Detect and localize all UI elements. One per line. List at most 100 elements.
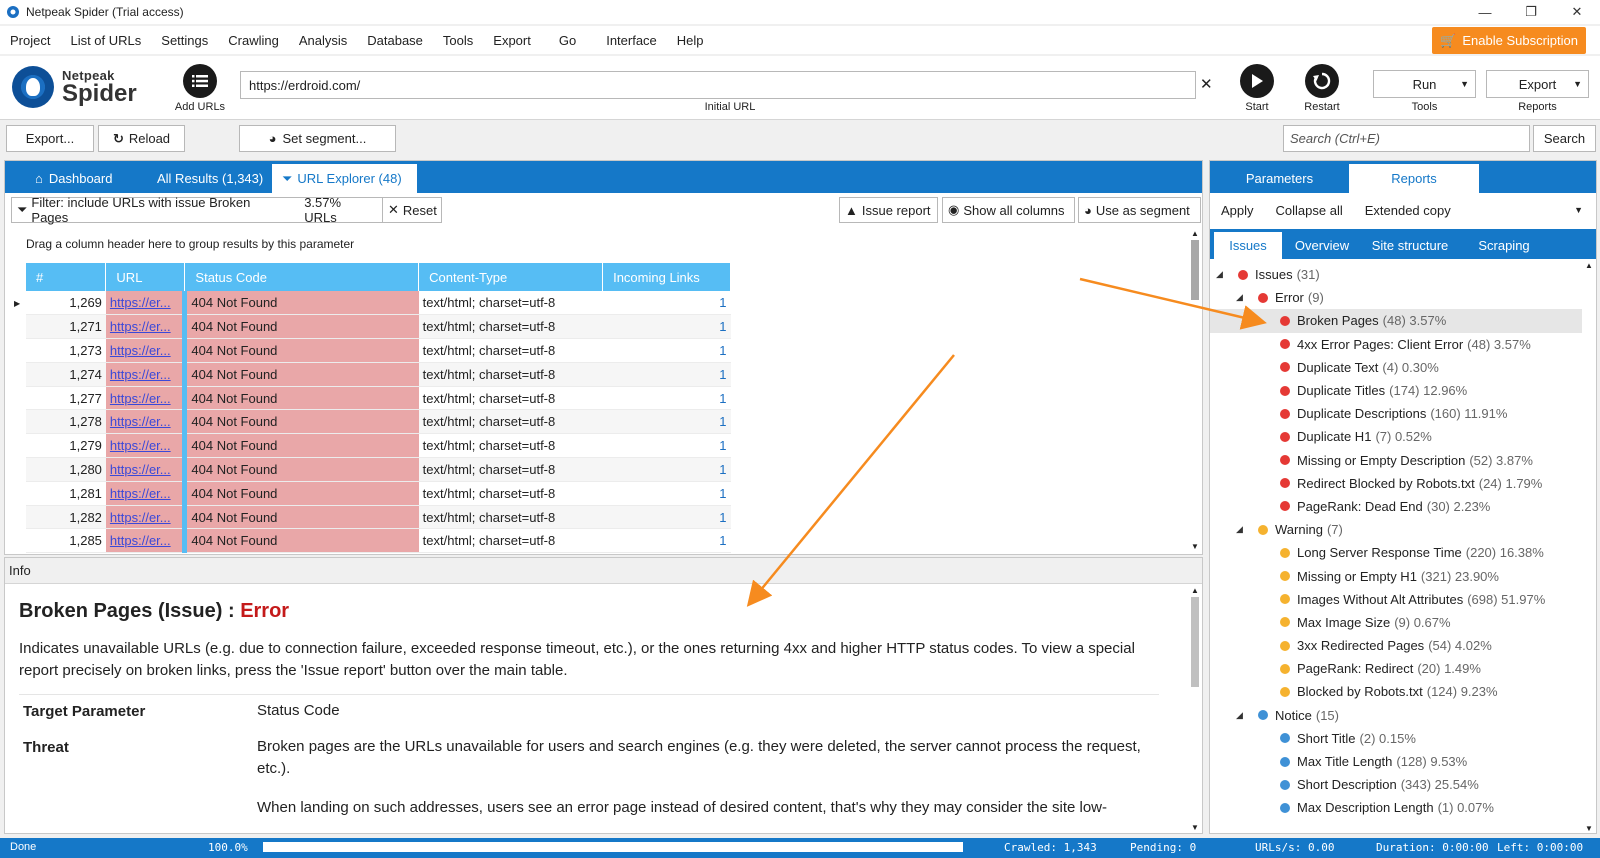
- issue-tree-item[interactable]: Redirect Blocked by Robots.txt (24) 1.79%: [1210, 472, 1582, 495]
- start-button[interactable]: [1240, 64, 1274, 98]
- column-header-status-code[interactable]: Status Code: [184, 263, 420, 291]
- table-row[interactable]: 1,281 https://er... 404 Not Found text/html…: [26, 481, 731, 506]
- scroll-thumb[interactable]: [1191, 597, 1199, 687]
- row-url-link[interactable]: https://er...: [105, 409, 188, 435]
- run-dropdown[interactable]: Run ▼: [1373, 70, 1476, 98]
- row-url-link[interactable]: https://er...: [105, 433, 188, 459]
- table-row[interactable]: 1,273 https://er... 404 Not Found text/html…: [26, 338, 731, 363]
- menu-list-of-urls[interactable]: List of URLs: [60, 33, 151, 48]
- show-all-columns-button[interactable]: ◉ Show all columns: [942, 197, 1075, 223]
- table-row[interactable]: 1,282 https://er... 404 Not Found text/html…: [26, 505, 731, 530]
- scroll-thumb[interactable]: [1191, 240, 1199, 300]
- row-url-link[interactable]: https://er...: [105, 362, 188, 387]
- expand-toggle-icon[interactable]: ◢: [1216, 269, 1223, 280]
- row-url-link[interactable]: https://er...: [105, 314, 188, 340]
- row-url-link[interactable]: https://er...: [105, 457, 188, 482]
- issue-tree-item[interactable]: Short Title (2) 0.15%: [1210, 727, 1582, 750]
- row-url-link[interactable]: https://er...: [105, 291, 188, 316]
- subtab-issues[interactable]: Issues: [1214, 232, 1282, 259]
- search-button[interactable]: Search: [1533, 125, 1596, 152]
- issue-tree-item[interactable]: 4xx Error Pages: Client Error (48) 3.57%: [1210, 333, 1582, 356]
- info-scrollbar[interactable]: ▲ ▼: [1189, 586, 1201, 832]
- issue-tree-item[interactable]: Duplicate Descriptions (160) 11.91%: [1210, 402, 1582, 425]
- table-row[interactable]: 1,280 https://er... 404 Not Found text/html…: [26, 457, 731, 482]
- issue-tree-item[interactable]: Max Image Size (9) 0.67%: [1210, 611, 1582, 634]
- table-row[interactable]: 1,274 https://er... 404 Not Found text/html…: [26, 362, 731, 387]
- menu-database[interactable]: Database: [357, 33, 433, 48]
- reload-button[interactable]: ↻ Reload: [98, 125, 185, 152]
- results-scrollbar[interactable]: ▲ ▼: [1189, 229, 1201, 551]
- issue-tree-item[interactable]: Max Description Length (1) 0.07%: [1210, 796, 1582, 819]
- set-segment-button[interactable]: ◕ Set segment...: [239, 125, 396, 152]
- menu-project[interactable]: Project: [0, 33, 60, 48]
- table-row[interactable]: 1,271 https://er... 404 Not Found text/html…: [26, 314, 731, 340]
- issue-tree-item[interactable]: PageRank: Redirect (20) 1.49%: [1210, 657, 1582, 680]
- tab-url-explorer[interactable]: ⏷ URL Explorer (48): [272, 164, 417, 193]
- tab-all-results[interactable]: All Results (1,343): [147, 164, 273, 193]
- menu-help[interactable]: Help: [667, 33, 714, 48]
- issue-tree-item[interactable]: Duplicate Titles (174) 12.96%: [1210, 379, 1582, 402]
- search-input[interactable]: Search (Ctrl+E): [1283, 125, 1530, 152]
- table-row[interactable]: 1,269 https://er... 404 Not Found text/html…: [26, 291, 731, 316]
- subtab-site-structure[interactable]: Site structure: [1360, 232, 1460, 259]
- menu-tools[interactable]: Tools: [433, 33, 483, 48]
- table-row[interactable]: 1,279 https://er... 404 Not Found text/html…: [26, 433, 731, 459]
- row-url-link[interactable]: https://er...: [105, 528, 188, 554]
- scroll-down-icon[interactable]: ▼: [1189, 542, 1201, 551]
- issue-tree-item[interactable]: Short Description (343) 25.54%: [1210, 773, 1582, 796]
- menu-settings[interactable]: Settings: [151, 33, 218, 48]
- subtab-scraping[interactable]: Scraping: [1462, 232, 1546, 259]
- use-as-segment-button[interactable]: ◕ Use as segment: [1078, 197, 1201, 223]
- column-header-number[interactable]: #: [26, 263, 107, 291]
- expand-toggle-icon[interactable]: ◢: [1236, 524, 1243, 535]
- export-button[interactable]: Export...: [6, 125, 94, 152]
- row-url-link[interactable]: https://er...: [105, 481, 188, 506]
- reset-filter-button[interactable]: ✕ Reset: [382, 197, 442, 223]
- issue-tree-item[interactable]: PageRank: Dead End (30) 2.23%: [1210, 495, 1582, 518]
- issue-tree-item[interactable]: Duplicate H1 (7) 0.52%: [1210, 425, 1582, 448]
- table-row[interactable]: 1,285 https://er... 404 Not Found text/html…: [26, 528, 731, 554]
- minimize-button[interactable]: —: [1462, 0, 1508, 24]
- maximize-button[interactable]: ❐: [1508, 0, 1554, 24]
- issue-tree-item[interactable]: Images Without Alt Attributes (698) 51.97…: [1210, 588, 1582, 611]
- menu-interface[interactable]: Interface: [596, 33, 667, 48]
- menu-crawling[interactable]: Crawling: [218, 33, 289, 48]
- column-header-incoming-links[interactable]: Incoming Links: [602, 263, 731, 291]
- close-window-button[interactable]: ✕: [1554, 0, 1600, 24]
- issue-tree-item[interactable]: Duplicate Text (4) 0.30%: [1210, 356, 1582, 379]
- table-row[interactable]: 1,277 https://er... 404 Not Found text/html…: [26, 386, 731, 411]
- tree-scrollbar[interactable]: ▲ ▼: [1583, 261, 1595, 833]
- issue-tree-item[interactable]: Long Server Response Time (220) 16.38%: [1210, 541, 1582, 564]
- menu-go[interactable]: Go: [549, 33, 586, 48]
- menu-analysis[interactable]: Analysis: [289, 33, 357, 48]
- scroll-up-icon[interactable]: ▲: [1189, 586, 1201, 595]
- row-url-link[interactable]: https://er...: [105, 505, 188, 530]
- expand-toggle-icon[interactable]: ◢: [1236, 292, 1243, 303]
- issue-tree-group[interactable]: ◢ Issues (31): [1210, 263, 1582, 286]
- menu-export[interactable]: Export: [483, 33, 541, 48]
- tab-parameters[interactable]: Parameters: [1210, 164, 1349, 193]
- scroll-up-icon[interactable]: ▲: [1189, 229, 1201, 238]
- collapse-all-button[interactable]: Collapse all: [1265, 203, 1354, 218]
- initial-url-input[interactable]: https://erdroid.com/: [240, 71, 1196, 99]
- clear-url-icon[interactable]: ✕: [1200, 75, 1213, 93]
- column-header-content-type[interactable]: Content-Type: [418, 263, 604, 291]
- issue-tree-item[interactable]: Broken Pages (48) 3.57%: [1210, 309, 1582, 333]
- tab-reports[interactable]: Reports: [1349, 164, 1479, 193]
- add-urls-button[interactable]: [183, 64, 217, 98]
- column-header-url[interactable]: URL: [105, 263, 186, 291]
- apply-button[interactable]: Apply: [1210, 203, 1265, 218]
- scroll-down-icon[interactable]: ▼: [1189, 823, 1201, 832]
- enable-subscription-button[interactable]: 🛒 Enable Subscription: [1432, 27, 1586, 54]
- scroll-down-icon[interactable]: ▼: [1583, 824, 1595, 833]
- expand-toggle-icon[interactable]: ◢: [1236, 710, 1243, 721]
- restart-button[interactable]: [1305, 64, 1339, 98]
- export-dropdown[interactable]: Export ▼: [1486, 70, 1589, 98]
- issue-tree-item[interactable]: 3xx Redirected Pages (54) 4.02%: [1210, 634, 1582, 657]
- issue-tree-item[interactable]: Max Title Length (128) 9.53%: [1210, 750, 1582, 773]
- issue-tree-item[interactable]: Missing or Empty Description (52) 3.87%: [1210, 449, 1582, 472]
- tab-dashboard[interactable]: ⌂ Dashboard: [25, 164, 122, 193]
- table-row[interactable]: 1,278 https://er... 404 Not Found text/html…: [26, 409, 731, 435]
- row-url-link[interactable]: https://er...: [105, 338, 188, 363]
- issue-tree-item[interactable]: Blocked by Robots.txt (124) 9.23%: [1210, 680, 1582, 703]
